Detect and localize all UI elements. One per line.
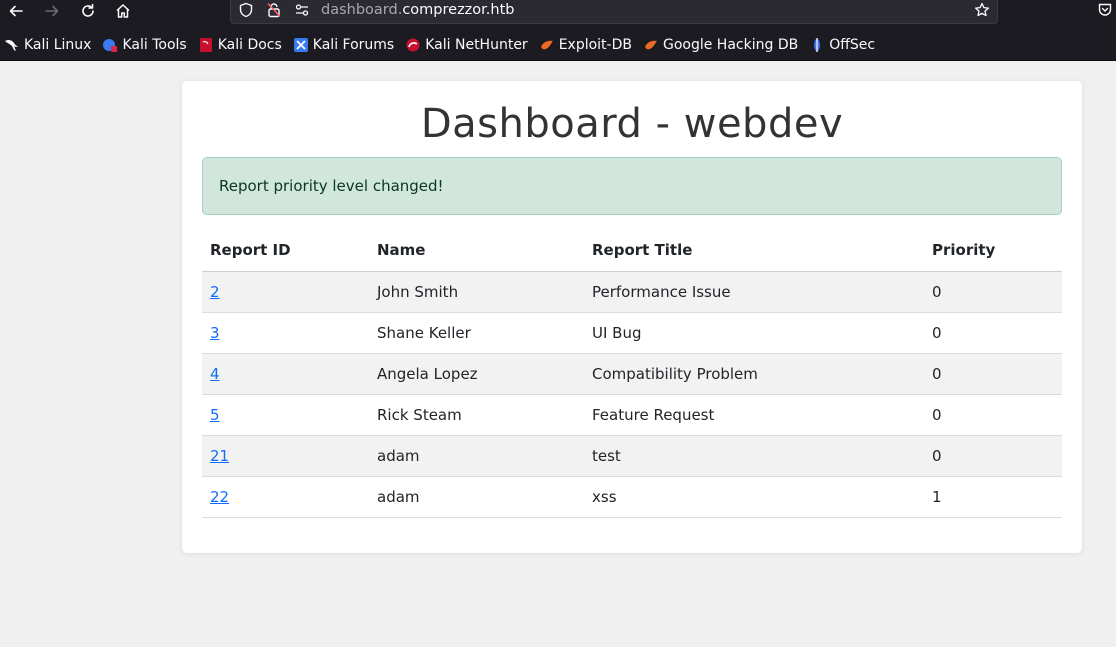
- bookmark-kali-nethunter[interactable]: Kali NetHunter: [405, 34, 528, 56]
- pocket-button[interactable]: [1094, 0, 1116, 20]
- back-button[interactable]: [4, 0, 28, 22]
- report-title-cell: Compatibility Problem: [584, 353, 924, 395]
- pocket-icon: [1098, 3, 1112, 16]
- bookmark-label: Exploit-DB: [558, 37, 632, 53]
- bookmark-label: Kali Tools: [122, 37, 187, 53]
- url-domain: comprezzor.htb: [402, 2, 515, 18]
- kali-tools-icon: [102, 37, 118, 53]
- bookmark-kali-linux[interactable]: Kali Linux: [4, 34, 91, 56]
- table-row: 3 Shane Keller UI Bug 0: [202, 312, 1062, 354]
- shield-icon[interactable]: [237, 1, 255, 19]
- report-link[interactable]: 5: [210, 406, 220, 424]
- table-row: 22 adam xss 1: [202, 476, 1062, 518]
- bookmark-label: Kali NetHunter: [425, 37, 528, 53]
- bookmark-label: Kali Forums: [312, 37, 395, 53]
- report-id-cell: 3: [202, 312, 369, 354]
- name-cell: adam: [369, 435, 584, 477]
- report-id-cell: 2: [202, 271, 369, 313]
- table-row: 4 Angela Lopez Compatibility Problem 0: [202, 353, 1062, 395]
- alert-message: Report priority level changed!: [219, 177, 444, 195]
- home-icon: [116, 4, 130, 18]
- offsec-icon: [809, 37, 825, 53]
- kali-docs-icon: [198, 37, 214, 53]
- column-header-report-title: Report Title: [584, 230, 924, 272]
- url-text[interactable]: dashboard.comprezzor.htb: [321, 2, 514, 18]
- bookmark-kali-docs[interactable]: Kali Docs: [198, 34, 282, 56]
- browser-toolbar: dashboard.comprezzor.htb: [0, 0, 1116, 28]
- bookmark-label: Kali Linux: [24, 37, 92, 53]
- address-bar[interactable]: dashboard.comprezzor.htb: [230, 0, 998, 24]
- bookmark-label: OffSec: [829, 37, 876, 53]
- home-button[interactable]: [111, 0, 135, 22]
- kali-forums-icon: [293, 37, 309, 53]
- bookmark-offsec[interactable]: OffSec: [809, 34, 875, 56]
- report-link[interactable]: 22: [210, 488, 229, 506]
- forward-button[interactable]: [40, 0, 64, 22]
- bookmark-google-hacking-db[interactable]: Google Hacking DB: [643, 34, 798, 56]
- browser-chrome: dashboard.comprezzor.htb Kali Linux Kali…: [0, 0, 1116, 61]
- report-title-cell: Performance Issue: [584, 271, 924, 313]
- report-link[interactable]: 3: [210, 324, 220, 342]
- report-link[interactable]: 4: [210, 365, 220, 383]
- name-cell: Shane Keller: [369, 312, 584, 354]
- priority-cell: 0: [924, 394, 1062, 436]
- report-link[interactable]: 21: [210, 447, 229, 465]
- reload-button[interactable]: [76, 0, 100, 22]
- report-link[interactable]: 2: [210, 283, 220, 301]
- name-cell: Angela Lopez: [369, 353, 584, 395]
- column-header-priority: Priority: [924, 230, 1062, 272]
- bookmark-kali-tools[interactable]: Kali Tools: [102, 34, 187, 56]
- url-subdomain: dashboard.: [321, 2, 403, 18]
- column-header-report-id: Report ID: [202, 230, 369, 272]
- table-row: 21 adam test 0: [202, 435, 1062, 477]
- column-header-name: Name: [369, 230, 584, 272]
- priority-cell: 0: [924, 435, 1062, 477]
- bookmark-label: Google Hacking DB: [662, 37, 799, 53]
- name-cell: John Smith: [369, 271, 584, 313]
- insecure-lock-icon[interactable]: [265, 1, 283, 19]
- permissions-icon[interactable]: [293, 1, 311, 19]
- priority-cell: 0: [924, 353, 1062, 395]
- arrow-left-icon: [9, 5, 23, 17]
- report-id-cell: 5: [202, 394, 369, 436]
- bookmark-exploit-db[interactable]: Exploit-DB: [539, 34, 632, 56]
- bookmarks-toolbar: Kali Linux Kali Tools Kali Docs Kali For…: [0, 34, 1116, 56]
- name-cell: Rick Steam: [369, 394, 584, 436]
- toolbar-divider: [0, 60, 1116, 61]
- kali-dragon-icon: [4, 37, 20, 53]
- bookmark-label: Kali Docs: [217, 37, 282, 53]
- bookmark-star-icon[interactable]: [973, 1, 991, 19]
- report-id-cell: 21: [202, 435, 369, 477]
- table-header-row: Report ID Name Report Title Priority: [202, 230, 1062, 272]
- priority-cell: 0: [924, 271, 1062, 313]
- table-row: 2 John Smith Performance Issue 0: [202, 271, 1062, 313]
- dashboard-card: Dashboard - webdev Report priority level…: [182, 81, 1082, 553]
- report-title-cell: UI Bug: [584, 312, 924, 354]
- exploit-db-icon: [539, 37, 555, 53]
- report-id-cell: 4: [202, 353, 369, 395]
- name-cell: adam: [369, 476, 584, 518]
- success-alert: Report priority level changed!: [202, 157, 1062, 215]
- priority-cell: 0: [924, 312, 1062, 354]
- reload-icon: [82, 3, 94, 17]
- ghdb-icon: [643, 37, 659, 53]
- report-title-cell: xss: [584, 476, 924, 518]
- priority-cell: 1: [924, 476, 1062, 518]
- report-id-cell: 22: [202, 476, 369, 518]
- kali-nethunter-icon: [405, 37, 421, 53]
- table-row: 5 Rick Steam Feature Request 0: [202, 394, 1062, 436]
- reports-table: Report ID Name Report Title Priority 2 J…: [202, 230, 1062, 518]
- bookmark-kali-forums[interactable]: Kali Forums: [293, 34, 394, 56]
- page-title: Dashboard - webdev: [420, 101, 844, 147]
- arrow-right-icon: [45, 5, 59, 17]
- report-title-cell: test: [584, 435, 924, 477]
- report-title-cell: Feature Request: [584, 394, 924, 436]
